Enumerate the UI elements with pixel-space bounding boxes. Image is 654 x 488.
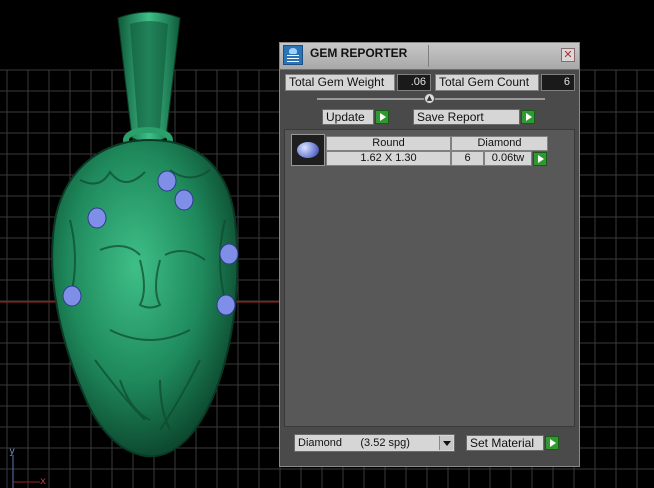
update-button[interactable]: Update <box>322 109 374 125</box>
gem-count: 6 <box>451 151 484 166</box>
gem-material: Diamond <box>451 136 548 151</box>
gem-list: Round Diamond 1.62 X 1.30 6 0.06tw <box>284 129 575 427</box>
total-gem-count-value: 6 <box>541 74 575 91</box>
material-select[interactable]: Diamond (3.52 spg) <box>294 434 455 452</box>
chevron-down-icon[interactable] <box>439 436 453 450</box>
close-icon[interactable]: ✕ <box>561 48 575 62</box>
material-select-value: Diamond (3.52 spg) <box>298 437 410 449</box>
axis-y-label: y <box>9 446 16 457</box>
gem-report-icon <box>283 45 303 65</box>
save-report-button[interactable]: Save Report <box>413 109 520 125</box>
total-gem-weight-label: Total Gem Weight <box>285 74 395 91</box>
gem-reporter-panel: GEM REPORTER ✕ Total Gem Weight .06 Tota… <box>279 42 580 467</box>
title-divider <box>428 45 429 67</box>
total-gem-count-label: Total Gem Count <box>435 74 539 91</box>
axis-x-label: x <box>40 476 47 487</box>
panel-title: GEM REPORTER <box>310 46 408 60</box>
update-go-icon[interactable] <box>375 110 389 124</box>
gem-weight: 0.06tw <box>484 151 532 166</box>
gem-shape: Round <box>326 136 451 151</box>
set-material-go-icon[interactable] <box>545 436 559 450</box>
total-gem-weight-value: .06 <box>397 74 431 91</box>
save-report-go-icon[interactable] <box>521 110 535 124</box>
gem-size: 1.62 X 1.30 <box>326 151 451 166</box>
slider-knob[interactable]: ▲ <box>424 93 435 104</box>
gem-row-go-icon[interactable] <box>533 152 547 166</box>
set-material-button[interactable]: Set Material <box>466 435 544 451</box>
panel-titlebar[interactable]: GEM REPORTER ✕ <box>280 43 579 70</box>
round-gem-thumbnail-icon[interactable] <box>291 134 325 166</box>
